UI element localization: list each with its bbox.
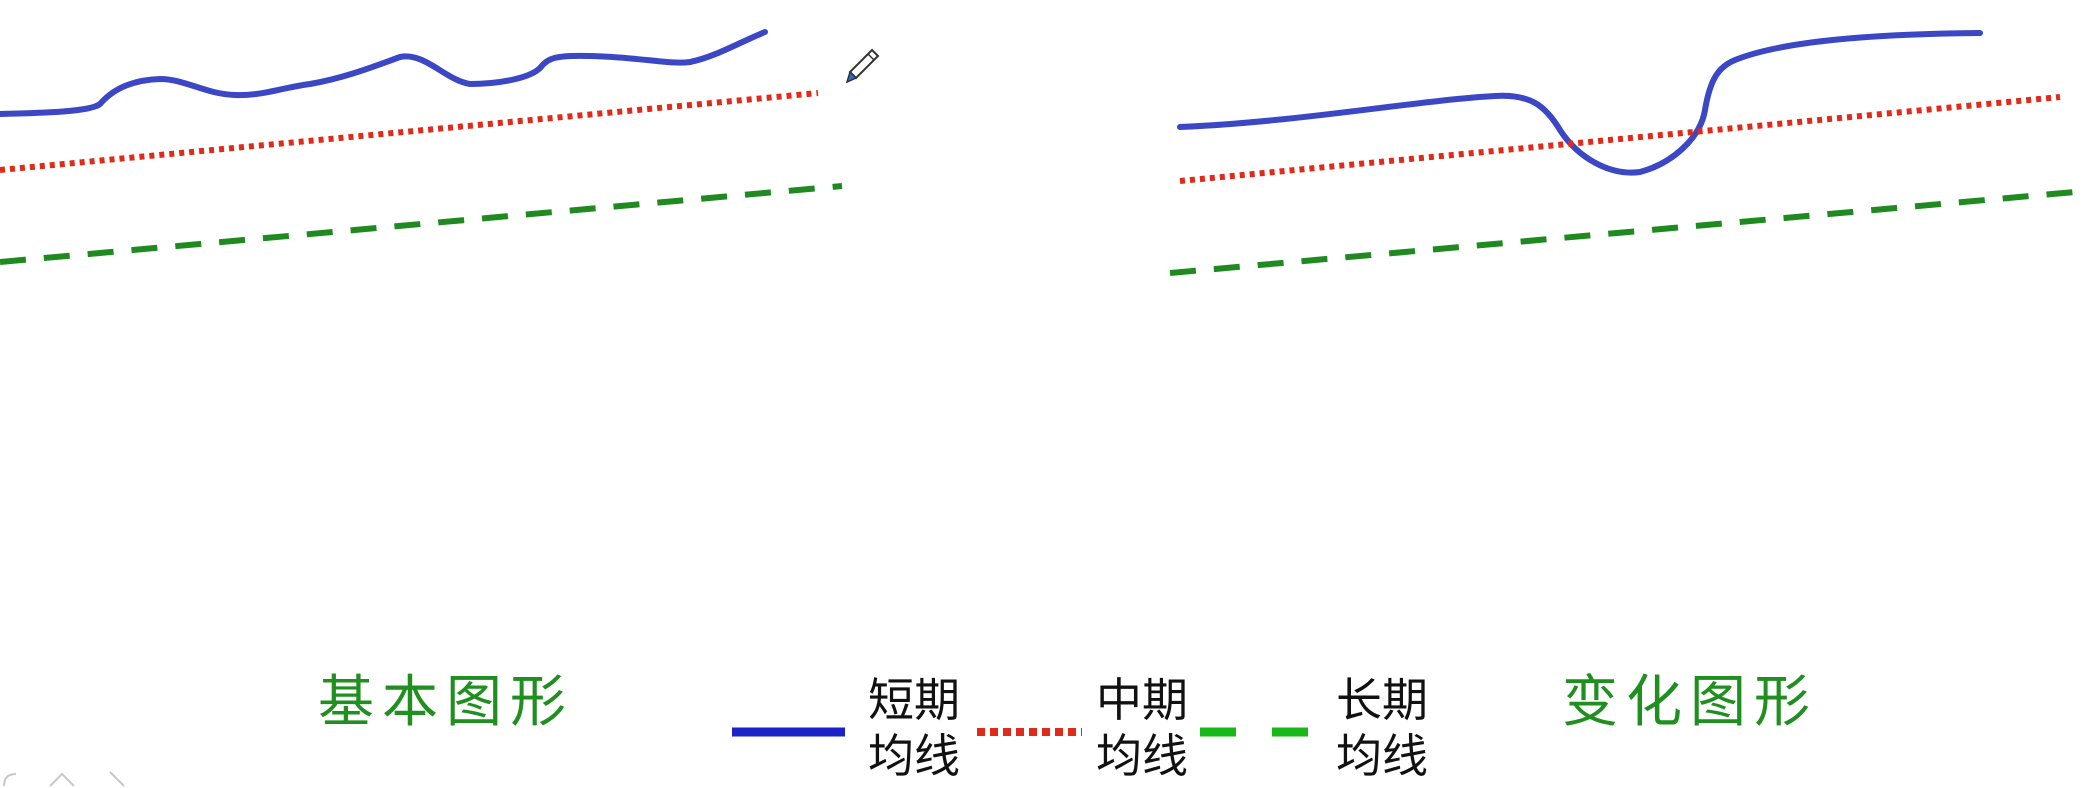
pen-cursor-icon bbox=[845, 48, 880, 84]
left-long-ma-line bbox=[0, 183, 843, 265]
right-figure-caption: 变化图形 bbox=[1562, 670, 1818, 735]
left-mid-ma-line bbox=[0, 90, 819, 173]
legend-short-label: 短期均线 bbox=[868, 673, 960, 783]
right-figure bbox=[1169, 30, 2086, 276]
right-mid-ma-line bbox=[1179, 94, 2061, 184]
legend-mid-label: 中期均线 bbox=[1096, 673, 1188, 783]
slide-nav-icon[interactable] bbox=[0, 760, 140, 788]
legend-long-label: 长期均线 bbox=[1336, 673, 1428, 783]
left-short-ma-curve bbox=[0, 29, 768, 117]
left-figure-caption: 基本图形 bbox=[318, 670, 574, 735]
right-short-ma-curve bbox=[1177, 30, 1983, 176]
right-long-ma-line bbox=[1169, 188, 2086, 276]
slide-canvas: 基本图形 变化图形 短期均线 中期均线 长期均线 bbox=[0, 0, 2086, 788]
left-figure bbox=[0, 29, 843, 265]
